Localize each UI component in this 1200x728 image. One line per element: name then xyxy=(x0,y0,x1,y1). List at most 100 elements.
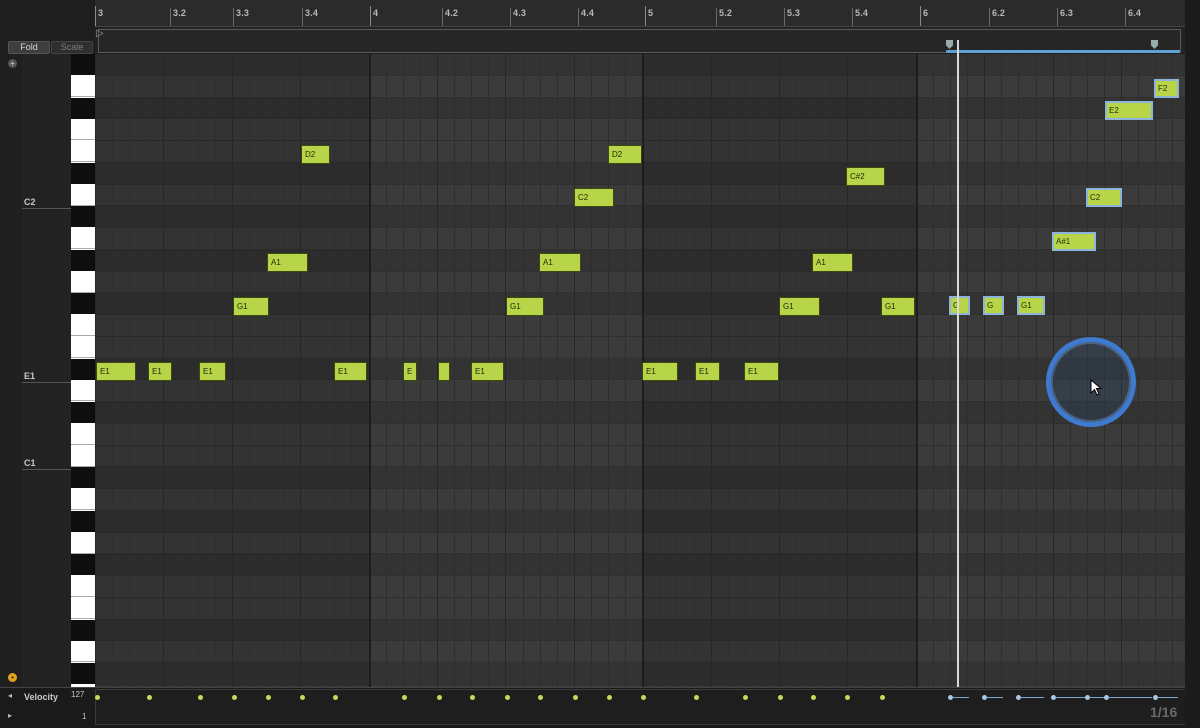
piano-key[interactable] xyxy=(71,271,95,293)
ruler-tick xyxy=(95,6,96,26)
piano-key[interactable] xyxy=(71,119,95,141)
midi-note[interactable]: A#1 xyxy=(1052,232,1096,251)
midi-note[interactable]: A1 xyxy=(812,253,853,272)
grid-line xyxy=(1138,54,1139,687)
velocity-marker[interactable] xyxy=(505,695,510,700)
piano-key[interactable] xyxy=(71,75,95,97)
midi-note[interactable]: E1 xyxy=(642,362,678,381)
midi-note[interactable]: F2 xyxy=(1154,79,1179,98)
grid-line xyxy=(591,54,592,687)
grid-line xyxy=(813,54,814,687)
piano-key[interactable] xyxy=(71,380,95,402)
piano-key[interactable] xyxy=(71,619,95,641)
piano-key[interactable] xyxy=(71,532,95,554)
velocity-marker[interactable] xyxy=(437,695,442,700)
velocity-marker[interactable] xyxy=(232,695,237,700)
orange-circle-icon[interactable]: • xyxy=(8,673,17,682)
velocity-marker[interactable] xyxy=(300,695,305,700)
midi-note[interactable]: E1 xyxy=(695,362,720,381)
velocity-marker[interactable] xyxy=(470,695,475,700)
fold-button[interactable]: Fold xyxy=(8,41,50,54)
velocity-marker[interactable] xyxy=(743,695,748,700)
piano-key[interactable] xyxy=(71,467,95,489)
grid-line xyxy=(950,54,951,687)
midi-note[interactable]: E xyxy=(403,362,417,381)
piano-key[interactable] xyxy=(71,336,95,358)
beat-ruler[interactable] xyxy=(95,0,1185,27)
velocity-marker[interactable] xyxy=(266,695,271,700)
velocity-marker[interactable] xyxy=(845,695,850,700)
piano-key[interactable] xyxy=(71,54,95,75)
midi-note[interactable]: E1 xyxy=(148,362,172,381)
midi-note[interactable] xyxy=(438,362,450,381)
velocity-editor[interactable] xyxy=(95,689,1187,725)
midi-note[interactable]: G xyxy=(983,296,1004,315)
midi-note[interactable]: E1 xyxy=(744,362,779,381)
grid-line xyxy=(847,54,848,687)
piano-key[interactable] xyxy=(71,576,95,597)
midi-note[interactable]: G1 xyxy=(506,297,544,316)
collapse-left-icon[interactable]: ◂ xyxy=(8,691,12,700)
piano-key[interactable] xyxy=(71,423,95,445)
midi-note[interactable]: E1 xyxy=(199,362,226,381)
grid-line xyxy=(779,54,780,687)
piano-key[interactable] xyxy=(71,293,95,315)
midi-note[interactable]: A1 xyxy=(267,253,308,272)
piano-key[interactable] xyxy=(71,228,95,249)
expand-right-icon[interactable]: ▸ xyxy=(8,711,12,720)
velocity-marker[interactable] xyxy=(147,695,152,700)
midi-note[interactable]: G1 xyxy=(779,297,820,316)
loop-brace[interactable] xyxy=(946,50,1180,53)
piano-key[interactable] xyxy=(71,162,95,184)
grid-line xyxy=(523,54,524,687)
midi-note[interactable]: D2 xyxy=(608,145,642,164)
piano-key[interactable] xyxy=(71,206,95,228)
midi-note[interactable]: C2 xyxy=(574,188,614,207)
piano-key[interactable] xyxy=(71,554,95,576)
velocity-marker[interactable] xyxy=(333,695,338,700)
midi-note[interactable]: E1 xyxy=(471,362,504,381)
triangle-right-icon[interactable]: ▷ xyxy=(96,28,104,39)
piano-key[interactable] xyxy=(71,597,95,619)
midi-note[interactable]: G1 xyxy=(233,297,269,316)
midi-note[interactable]: G1 xyxy=(881,297,915,316)
midi-note[interactable]: G1 xyxy=(1017,296,1045,315)
midi-note[interactable]: C2 xyxy=(1086,188,1122,207)
piano-key[interactable] xyxy=(71,249,95,271)
piano-key[interactable] xyxy=(71,184,95,206)
piano-key[interactable] xyxy=(71,641,95,663)
velocity-marker[interactable] xyxy=(198,695,203,700)
midi-note[interactable]: E2 xyxy=(1105,101,1153,120)
piano-key[interactable] xyxy=(71,445,95,467)
piano-key[interactable] xyxy=(71,358,95,380)
grid-line xyxy=(505,54,506,687)
velocity-marker[interactable] xyxy=(778,695,783,700)
velocity-marker[interactable] xyxy=(573,695,578,700)
velocity-marker[interactable] xyxy=(694,695,699,700)
piano-key[interactable] xyxy=(71,97,95,119)
scale-button[interactable]: Scale xyxy=(51,41,93,54)
midi-note[interactable]: G xyxy=(949,296,970,315)
piano-key[interactable] xyxy=(71,402,95,423)
piano-key[interactable] xyxy=(71,315,95,336)
velocity-marker[interactable] xyxy=(95,695,100,700)
piano-keyboard[interactable] xyxy=(71,54,95,687)
midi-note[interactable]: E1 xyxy=(334,362,367,381)
velocity-marker[interactable] xyxy=(641,695,646,700)
velocity-marker[interactable] xyxy=(607,695,612,700)
piano-roll-editor: 3 3.2 3.3 3.4 4 4.2 4.3 4.4 5 5.2 5.3 5.4 6 6.2 6.3 6.4… xyxy=(0,0,1200,728)
plus-circle-icon[interactable]: + xyxy=(8,59,17,68)
piano-key[interactable] xyxy=(71,510,95,532)
velocity-marker[interactable] xyxy=(538,695,543,700)
piano-key[interactable] xyxy=(71,489,95,510)
midi-note[interactable]: E1 xyxy=(96,362,136,381)
midi-note[interactable]: D2 xyxy=(301,145,330,164)
piano-key[interactable] xyxy=(71,141,95,162)
midi-note[interactable]: C#2 xyxy=(846,167,885,186)
velocity-marker[interactable] xyxy=(811,695,816,700)
piano-key[interactable] xyxy=(71,663,95,684)
velocity-marker[interactable] xyxy=(402,695,407,700)
midi-note[interactable]: A1 xyxy=(539,253,581,272)
grid-setting-label[interactable]: 1/16 xyxy=(1150,704,1177,720)
velocity-marker[interactable] xyxy=(880,695,885,700)
